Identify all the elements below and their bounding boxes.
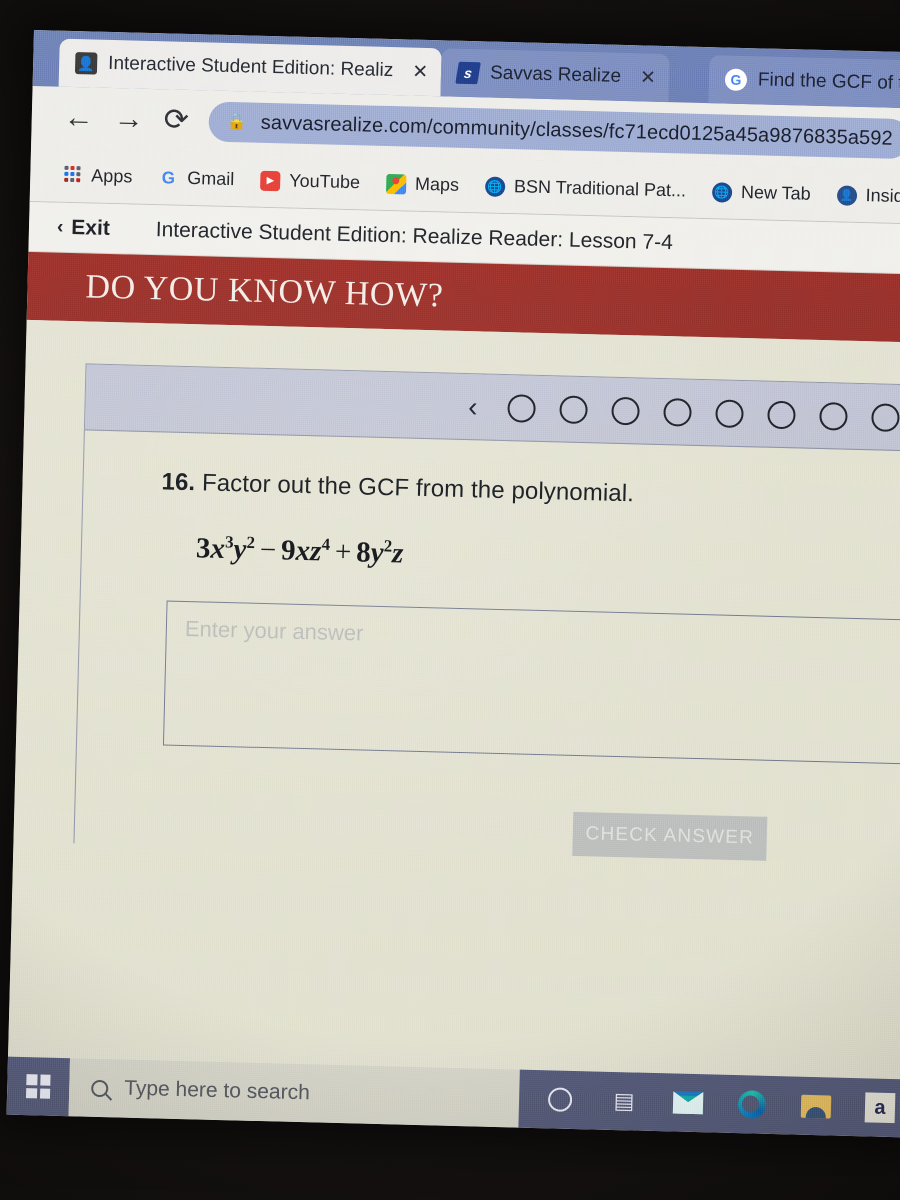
exit-button[interactable]: ‹ Exit [57,215,110,240]
bookmark-insider[interactable]: 👤 Insider T [836,184,900,207]
poly-op-minus: − [259,533,277,566]
question-dot[interactable] [871,402,900,432]
question-dot[interactable] [819,401,848,431]
globe-icon: 🌐 [484,175,506,197]
question-dot[interactable] [767,400,796,429]
forward-icon[interactable]: → [113,102,144,136]
lesson-title: Interactive Student Edition: Realize Rea… [155,217,674,254]
poly-term-2: 9xz4 [280,534,331,568]
cortana-icon[interactable] [545,1084,576,1115]
polynomial-expression: 3x3y2−9xz4 +8y2z [196,531,900,584]
poly-term-1: 3x3y2 [195,531,256,566]
tab-title: Savvas Realize [489,62,622,87]
prompt-text: Factor out the GCF from the polynomial. [201,469,635,508]
person-icon: 👤 [74,52,98,75]
bookmark-label: Maps [414,173,460,195]
browser-tab-realize-reader[interactable]: 👤 Interactive Student Edition: Realiz ✕ [58,38,442,97]
bookmark-apps[interactable]: Apps [62,165,133,188]
bookmark-label: Insider T [865,185,900,207]
person-circle-icon: 👤 [836,184,857,206]
close-icon[interactable]: ✕ [412,60,428,83]
bookmark-label: Apps [91,165,133,187]
laptop-screen: 👤 Interactive Student Edition: Realiz ✕ … [6,30,900,1138]
bookmark-label: BSN Traditional Pat... [513,176,687,201]
chevron-left-icon[interactable]: ‹ [468,391,478,423]
url-text: savvasrealize.com/community/classes/fc71… [260,111,892,151]
search-placeholder: Type here to search [123,1076,311,1105]
browser-tab-savvas-realize[interactable]: s Savvas Realize ✕ [440,48,670,103]
taskbar-icon-group: ▤ a [518,1069,900,1138]
apps-grid-icon [62,165,82,185]
youtube-icon: ▶ [260,170,281,191]
reload-icon[interactable]: ⟳ [163,103,189,137]
amazon-icon[interactable]: a [864,1092,896,1124]
answer-input[interactable]: Enter your answer [162,600,900,766]
file-explorer-icon[interactable] [800,1091,832,1122]
mail-icon[interactable] [672,1088,704,1119]
address-bar[interactable]: 🔒 savvasrealize.com/community/classes/fc… [208,101,900,160]
bookmark-gmail[interactable]: G Gmail [158,167,235,190]
check-answer-button[interactable]: CHECK ANSWER [572,811,768,861]
question-dot[interactable] [715,398,744,428]
lock-icon: 🔒 [226,113,247,132]
tab-title: Find the GCF of t [757,69,900,95]
edge-icon[interactable] [737,1089,768,1120]
savvas-icon: s [455,61,481,85]
back-icon[interactable]: ← [63,101,94,135]
question-card: ‹ 16. Factor out the GCF from the polyno… [73,363,900,866]
photo-of-laptop-screen: 👤 Interactive Student Edition: Realiz ✕ … [0,0,900,1200]
taskbar-search-box[interactable]: Type here to search [68,1058,520,1128]
start-button[interactable] [6,1056,70,1117]
tab-title: Interactive Student Edition: Realiz [107,52,394,82]
lesson-content-area: ‹ 16. Factor out the GCF from the polyno… [7,319,900,1083]
browser-tab-find-gcf[interactable]: G Find the GCF of t [708,55,900,109]
poly-term-3: 8y2z [355,535,404,570]
question-dot[interactable] [507,393,536,423]
bookmark-label: New Tab [740,181,811,204]
bookmark-label: YouTube [289,170,361,193]
bookmark-label: Gmail [187,167,235,190]
google-icon: G [724,68,748,92]
question-dot[interactable] [611,396,640,425]
bookmark-maps[interactable]: Maps [385,173,460,196]
question-prompt: 16. Factor out the GCF from the polynomi… [161,468,900,516]
task-view-icon[interactable]: ▤ [609,1086,640,1117]
windows-logo-icon [25,1074,51,1099]
banner-title: DO YOU KNOW HOW? [85,268,444,315]
poly-op-plus: + [334,535,352,568]
google-icon: G [161,167,176,188]
bookmark-new-tab[interactable]: 🌐 New Tab [711,181,811,204]
maps-icon [385,173,407,194]
bookmark-bsn-traditional[interactable]: 🌐 BSN Traditional Pat... [484,175,687,201]
question-dot[interactable] [559,394,588,424]
chevron-left-icon: ‹ [56,216,64,238]
search-icon [87,1075,112,1101]
close-icon[interactable]: ✕ [640,66,656,89]
question-dot[interactable] [663,397,692,427]
question-number: 16. [161,468,196,497]
globe-icon: 🌐 [711,181,733,203]
bookmark-youtube[interactable]: ▶ YouTube [260,170,360,194]
question-body: 16. Factor out the GCF from the polynomi… [74,430,900,865]
exit-label: Exit [71,215,111,240]
